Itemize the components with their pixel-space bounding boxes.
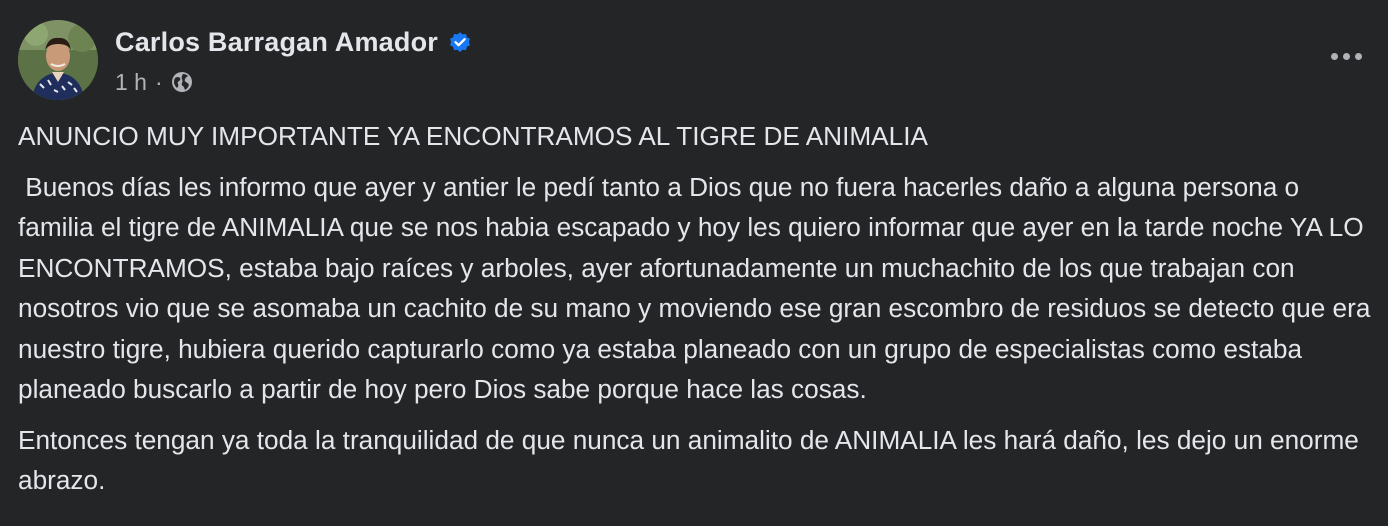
verified-badge-icon [448, 30, 472, 54]
globe-icon[interactable] [171, 71, 193, 93]
more-options-icon[interactable] [1324, 38, 1368, 74]
author-row: Carlos Barragan Amador [115, 24, 472, 60]
post-paragraph-main: Buenos días les informo que ayer y antie… [18, 171, 1378, 405]
facebook-post: Carlos Barragan Amador 1 h · ANUNCIO MUY… [0, 0, 1388, 526]
post-paragraph-title: ANUNCIO MUY IMPORTANTE YA ENCONTRAMOS AL… [18, 121, 928, 151]
post-time[interactable]: 1 h [115, 69, 147, 96]
post-meta: 1 h · [115, 67, 193, 97]
avatar-image [18, 20, 98, 100]
post-body: ANUNCIO MUY IMPORTANTE YA ENCONTRAMOS AL… [18, 116, 1373, 501]
author-avatar[interactable] [18, 20, 98, 100]
dot [1342, 52, 1350, 60]
dot [1330, 52, 1338, 60]
dot [1354, 52, 1362, 60]
meta-separator: · [154, 68, 163, 95]
post-paragraph-closing: Entonces tengan ya toda la tranquilidad … [18, 424, 1367, 496]
post-header: Carlos Barragan Amador 1 h · [18, 20, 1368, 102]
author-name[interactable]: Carlos Barragan Amador [115, 27, 438, 58]
